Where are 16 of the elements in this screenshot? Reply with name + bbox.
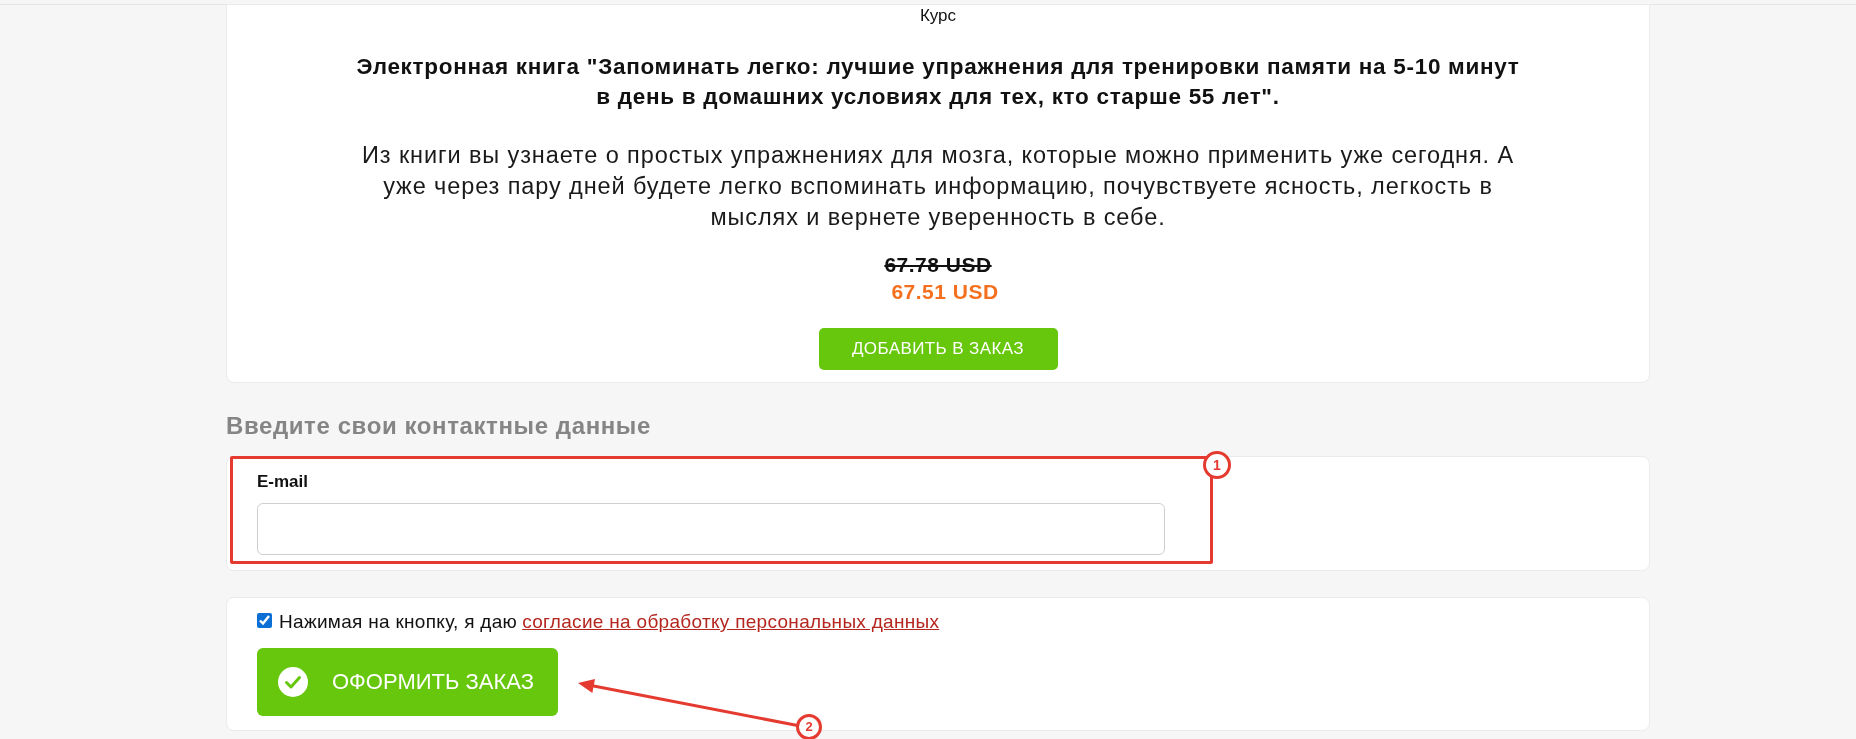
field-label: E-mail xyxy=(257,471,309,493)
current-price: 67.51 USD xyxy=(890,279,999,305)
add-to-order-button[interactable]: ДОБАВИТЬ В ЗАКАЗ xyxy=(818,328,1058,370)
annotation-number: 1 xyxy=(1203,451,1231,479)
product-title: Электронная книга "Запоминать легко: лучшие упражнения для тренировки памяти на 5-10 минут в день в домашних условиях для тех, кто старше 55 лет". xyxy=(355,53,1521,111)
consent-link[interactable]: согласие на обработку персональных данных xyxy=(522,611,940,633)
email-field[interactable] xyxy=(257,503,1165,555)
old-price: 67.78 USD xyxy=(884,252,992,278)
category-label: Курс xyxy=(919,5,957,27)
consent-text: Нажимая на кнопку, я даю xyxy=(279,611,518,633)
annotation-number: 2 xyxy=(796,714,822,739)
submit-order-button[interactable]: ОФОРМИТЬ ЗАКАЗ xyxy=(257,648,558,716)
product-description: Из книги вы узнаете о простых упражнениях для мозга, которые можно применить уже сегодня. А уже через пару дней будете легко вспоминать информацию, почувствуете ясность, легкость в мыслях и вернете уверенность в себе. xyxy=(361,141,1515,232)
check-circle-icon xyxy=(278,667,308,697)
consent-checkbox[interactable] xyxy=(257,613,272,628)
section-heading: Введите свои контактные данные xyxy=(226,411,652,441)
